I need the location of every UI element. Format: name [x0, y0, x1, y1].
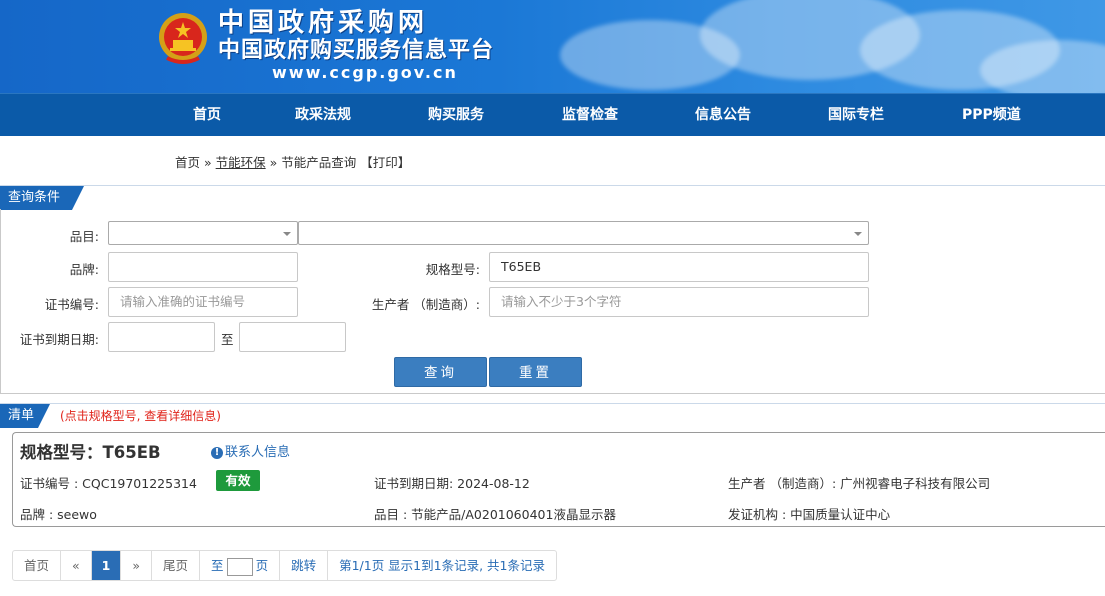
model-label: 规格型号: — [425, 262, 480, 277]
goto-prefix: 至 — [211, 558, 224, 573]
chevron-down-icon — [283, 232, 291, 236]
list-header: 清单 (点击规格型号, 查看详细信息) — [0, 403, 1105, 428]
maker-input[interactable]: 请输入不少于3个字符 — [489, 287, 869, 317]
nav-item-purchase-services[interactable]: 购买服务 — [428, 94, 484, 137]
nav-item-ppp[interactable]: PPP频道 — [962, 94, 1021, 137]
tab-slant — [72, 186, 84, 210]
model-input[interactable]: T65EB — [489, 252, 869, 282]
goto-page-input[interactable] — [226, 557, 253, 576]
contact-info-link[interactable]: ! 联系人信息 — [211, 441, 290, 460]
breadcrumb-separator: » — [269, 155, 278, 170]
issuer: 发证机构 : 中国质量认证中心 — [728, 507, 891, 522]
list-hint: (点击规格型号, 查看详细信息) — [60, 409, 221, 423]
cert-expiry: 证书到期日期: 2024-08-12 — [374, 476, 530, 491]
prev-page-button[interactable]: « — [61, 551, 92, 580]
list-title: 清单 — [0, 404, 38, 428]
query-panel: 品目: 品牌: 规格型号: T65EB 证书编号: 请输入准确的证书编号 生产者… — [0, 209, 1105, 394]
nav-item-regulations[interactable]: 政采法规 — [295, 94, 351, 137]
category-select-primary[interactable] — [108, 221, 298, 245]
cert-label: 证书编号: — [44, 297, 99, 312]
site-url: www.ccgp.gov.cn — [272, 63, 458, 82]
nav-item-supervision[interactable]: 监督检查 — [562, 94, 618, 137]
main-nav: 首页 政采法规 购买服务 监督检查 信息公告 国际专栏 PPP频道 — [0, 93, 1105, 136]
breadcrumb-home[interactable]: 首页 — [175, 155, 200, 170]
jump-button[interactable]: 跳转 — [280, 551, 329, 580]
expiry-label: 证书到期日期: — [19, 332, 99, 347]
breadcrumb-section-link[interactable]: 节能环保 — [216, 155, 266, 170]
pagination: 首页 « 1 » 尾页 至页 跳转 第1/1页 显示1到1条记录, 共1条记录 — [12, 550, 557, 581]
nav-item-home[interactable]: 首页 — [193, 94, 221, 137]
last-page-button[interactable]: 尾页 — [152, 551, 201, 580]
breadcrumb-separator: » — [204, 155, 212, 170]
goto-suffix: 页 — [255, 558, 269, 573]
category-select-secondary[interactable] — [298, 221, 869, 245]
manufacturer: 生产者 （制造商）: 广州视睿电子科技有限公司 — [728, 476, 991, 491]
breadcrumb: 首页 » 节能环保 » 节能产品查询 【打印】 — [175, 152, 410, 171]
info-icon: ! — [211, 447, 223, 459]
category: 品目 : 节能产品/A0201060401液晶显示器 — [374, 507, 616, 522]
query-panel-header: 查询条件 — [0, 185, 1105, 210]
result-card: 规格型号：T65EB ! 联系人信息 证书编号 : CQC19701225314 … — [12, 432, 1105, 527]
breadcrumb-current: 节能产品查询 — [281, 155, 357, 170]
brand-label: 品牌: — [69, 262, 99, 277]
national-emblem-icon — [159, 13, 207, 64]
site-header: 中国政府采购网 中国政府购买服务信息平台 www.ccgp.gov.cn — [0, 0, 1105, 93]
chevron-down-icon — [854, 232, 862, 236]
expiry-from-input[interactable] — [108, 322, 215, 352]
cert-number: 证书编号 : CQC19701225314 — [20, 476, 197, 491]
expiry-to-input[interactable] — [239, 322, 346, 352]
date-range-separator: 至 — [221, 332, 234, 347]
brand-input[interactable] — [108, 252, 298, 282]
brand: 品牌 : seewo — [20, 507, 97, 522]
query-panel-title: 查询条件 — [0, 186, 72, 210]
result-model-link[interactable]: 规格型号：T65EB — [20, 439, 161, 463]
contact-info-label: 联系人信息 — [225, 445, 291, 460]
cert-number-input[interactable]: 请输入准确的证书编号 — [108, 287, 298, 317]
first-page-button[interactable]: 首页 — [13, 551, 62, 580]
next-page-button[interactable]: » — [121, 551, 153, 580]
site-subtitle: 中国政府购买服务信息平台 — [218, 38, 495, 63]
reset-button[interactable]: 重置 — [489, 357, 582, 387]
nav-item-international[interactable]: 国际专栏 — [828, 94, 884, 137]
search-button[interactable]: 查询 — [394, 357, 487, 387]
current-page[interactable]: 1 — [91, 551, 122, 580]
nav-item-announcements[interactable]: 信息公告 — [695, 94, 751, 137]
goto-page: 至页 — [200, 551, 281, 580]
maker-label: 生产者 （制造商）: — [371, 297, 480, 312]
print-link[interactable]: 【打印】 — [360, 155, 410, 170]
site-title: 中国政府采购网 — [218, 8, 429, 38]
category-label: 品目: — [69, 229, 99, 244]
tab-slant — [38, 404, 50, 428]
status-badge: 有效 — [216, 470, 260, 491]
page-summary: 第1/1页 显示1到1条记录, 共1条记录 — [339, 558, 545, 573]
